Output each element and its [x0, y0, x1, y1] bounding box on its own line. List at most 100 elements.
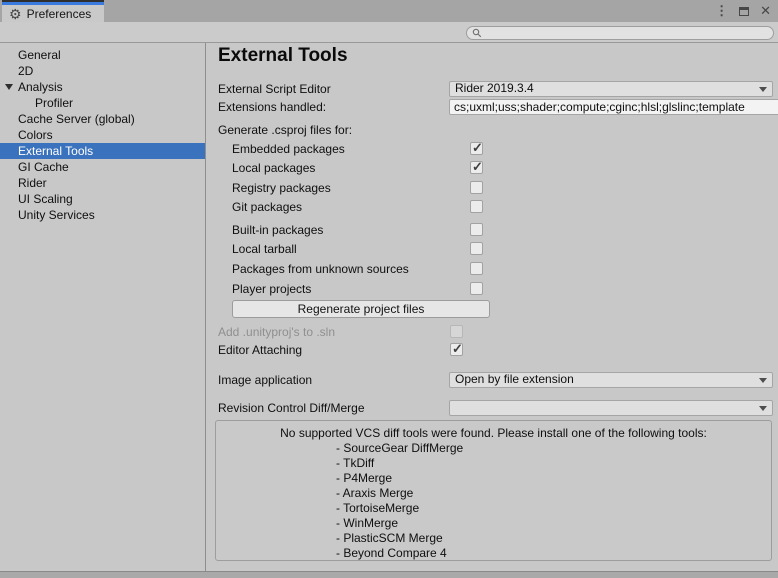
vcs-notice-box: No supported VCS diff tools were found. …	[215, 420, 772, 561]
sidebar-item-label: Colors	[18, 128, 53, 142]
local-packages-checkbox[interactable]	[470, 161, 483, 174]
sidebar-item-label: Profiler	[35, 96, 73, 110]
dropdown-value: Rider 2019.3.4	[455, 81, 534, 95]
title-bar: ⚙ Preferences ⋮ ✕	[0, 0, 778, 22]
built-in-packages-label: Built-in packages	[232, 222, 323, 238]
git-packages-checkbox[interactable]	[470, 200, 483, 213]
extensions-handled-input[interactable]	[449, 99, 778, 115]
sidebar-item-label: Cache Server (global)	[18, 112, 135, 126]
row-regenerate: Regenerate project files	[206, 300, 778, 318]
vcs-tool-item: - P4Merge	[336, 471, 771, 486]
search-input[interactable]	[482, 28, 767, 39]
vcs-tool-item: - TortoiseMerge	[336, 501, 771, 516]
row-git-packages: Git packages	[206, 199, 778, 215]
preferences-tab[interactable]: ⚙ Preferences	[2, 0, 104, 22]
vcs-tool-item: - TkDiff	[336, 456, 771, 471]
extensions-handled-label: Extensions handled:	[218, 99, 326, 115]
row-local-packages: Local packages	[206, 160, 778, 176]
toolbar	[0, 22, 778, 43]
embedded-packages-label: Embedded packages	[232, 141, 345, 157]
gear-icon: ⚙	[9, 7, 22, 21]
editor-attaching-checkbox[interactable]	[450, 343, 463, 356]
row-revision-control: Revision Control Diff/Merge	[206, 400, 778, 416]
editor-attaching-label: Editor Attaching	[218, 342, 302, 358]
sidebar-item-ui-scaling[interactable]: UI Scaling	[0, 191, 205, 207]
foldout-expanded-icon[interactable]	[5, 84, 13, 90]
row-local-tarball: Local tarball	[206, 241, 778, 257]
row-editor-attaching: Editor Attaching	[206, 342, 778, 358]
overflow-menu-icon[interactable]: ⋮	[715, 3, 728, 19]
sidebar-item-cache-server-global[interactable]: Cache Server (global)	[0, 111, 205, 127]
sidebar-item-label: External Tools	[18, 144, 93, 158]
external-script-editor-label: External Script Editor	[218, 81, 331, 97]
regenerate-project-files-button[interactable]: Regenerate project files	[232, 300, 490, 318]
revision-control-dropdown[interactable]	[449, 400, 773, 416]
generate-csproj-label: Generate .csproj files for:	[218, 122, 352, 138]
registry-packages-label: Registry packages	[232, 180, 331, 196]
player-projects-label: Player projects	[232, 281, 311, 297]
external-script-editor-dropdown[interactable]: Rider 2019.3.4	[449, 81, 773, 97]
vcs-tool-item: - Araxis Merge	[336, 486, 771, 501]
player-projects-checkbox[interactable]	[470, 282, 483, 295]
sidebar-item-label: GI Cache	[18, 160, 69, 174]
vcs-notice-intro: No supported VCS diff tools were found. …	[216, 426, 771, 441]
sidebar-item-analysis[interactable]: Analysis	[0, 79, 205, 95]
sidebar-item-general[interactable]: General	[0, 47, 205, 63]
registry-packages-checkbox[interactable]	[470, 181, 483, 194]
built-in-packages-checkbox[interactable]	[470, 223, 483, 236]
sidebar-item-rider[interactable]: Rider	[0, 175, 205, 191]
external-tools-pane: External Tools External Script Editor Ri…	[206, 43, 778, 571]
row-external-script-editor: External Script Editor Rider 2019.3.4	[206, 81, 778, 97]
dropdown-arrow-icon	[759, 406, 767, 411]
sidebar-item-label: General	[18, 48, 61, 62]
image-application-label: Image application	[218, 372, 312, 388]
vcs-tool-item: - Beyond Compare 4	[336, 546, 771, 561]
preferences-sidebar: General 2D Analysis Profiler Cache Serve…	[0, 43, 206, 571]
sidebar-item-external-tools[interactable]: External Tools	[0, 143, 205, 159]
vcs-tool-item: - WinMerge	[336, 516, 771, 531]
sidebar-item-label: 2D	[18, 64, 33, 78]
row-packages-unknown-sources: Packages from unknown sources	[206, 261, 778, 277]
maximize-icon[interactable]	[739, 7, 749, 16]
row-add-unityproj: Add .unityproj's to .sln	[206, 324, 778, 340]
row-embedded-packages: Embedded packages	[206, 141, 778, 157]
sidebar-item-colors[interactable]: Colors	[0, 127, 205, 143]
sidebar-item-label: Unity Services	[18, 208, 95, 222]
add-unityproj-checkbox	[450, 325, 463, 338]
revision-control-label: Revision Control Diff/Merge	[218, 400, 365, 416]
sidebar-item-unity-services[interactable]: Unity Services	[0, 207, 205, 223]
sidebar-item-label: UI Scaling	[18, 192, 73, 206]
dropdown-arrow-icon	[759, 378, 767, 383]
dropdown-value: Open by file extension	[455, 372, 574, 386]
sidebar-item-2d[interactable]: 2D	[0, 63, 205, 79]
add-unityproj-label: Add .unityproj's to .sln	[218, 324, 335, 340]
search-icon	[472, 28, 482, 38]
row-image-application: Image application Open by file extension	[206, 372, 778, 388]
local-tarball-label: Local tarball	[232, 241, 297, 257]
local-packages-label: Local packages	[232, 160, 315, 176]
local-tarball-checkbox[interactable]	[470, 242, 483, 255]
row-generate-csproj: Generate .csproj files for:	[206, 122, 778, 138]
packages-unknown-sources-checkbox[interactable]	[470, 262, 483, 275]
row-built-in-packages: Built-in packages	[206, 222, 778, 238]
sidebar-item-label: Rider	[18, 176, 47, 190]
vcs-tool-item: - SourceGear DiffMerge	[336, 441, 771, 456]
page-title: External Tools	[218, 45, 348, 67]
row-registry-packages: Registry packages	[206, 180, 778, 196]
packages-unknown-sources-label: Packages from unknown sources	[232, 261, 409, 277]
close-icon[interactable]: ✕	[760, 3, 771, 19]
vcs-tool-item: - PlasticSCM Merge	[336, 531, 771, 546]
image-application-dropdown[interactable]: Open by file extension	[449, 372, 773, 388]
window-bottom-strip	[0, 571, 778, 578]
row-player-projects: Player projects	[206, 281, 778, 297]
sidebar-item-label: Analysis	[18, 80, 63, 94]
embedded-packages-checkbox[interactable]	[470, 142, 483, 155]
dropdown-arrow-icon	[759, 87, 767, 92]
search-box[interactable]	[466, 26, 774, 40]
row-extensions-handled: Extensions handled:	[206, 99, 778, 115]
window-controls: ⋮ ✕	[715, 0, 771, 22]
git-packages-label: Git packages	[232, 199, 302, 215]
window-title: Preferences	[27, 7, 92, 21]
sidebar-item-gi-cache[interactable]: GI Cache	[0, 159, 205, 175]
sidebar-item-profiler[interactable]: Profiler	[0, 95, 205, 111]
